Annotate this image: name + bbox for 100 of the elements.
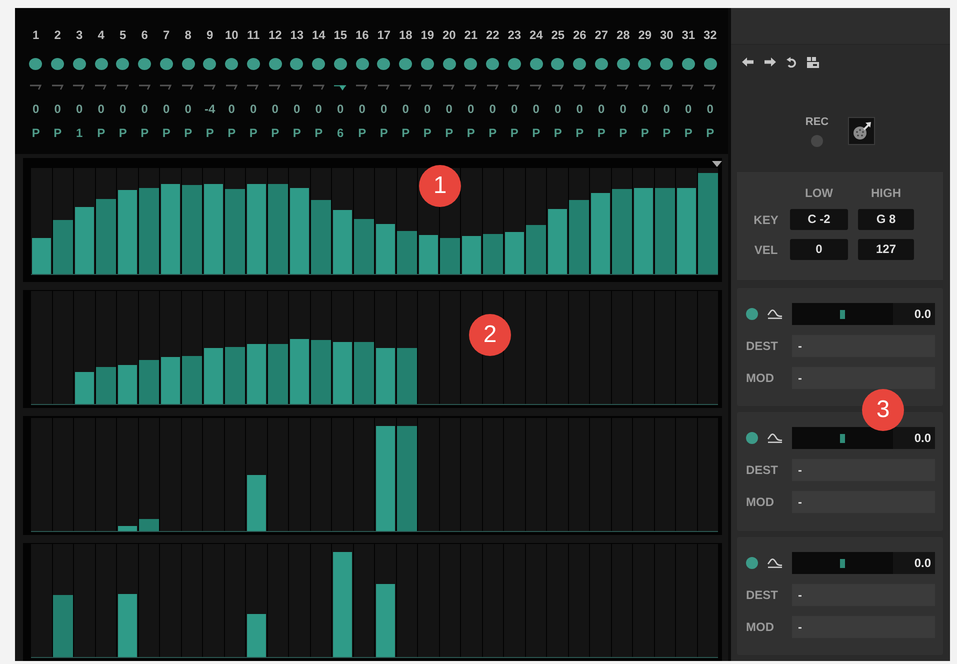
mode-value: P [402, 125, 410, 141]
mode-value: P [271, 125, 280, 141]
offset-value: 0 [380, 101, 388, 117]
mode-value: 6 [337, 125, 344, 141]
step-number: 21 [464, 27, 478, 43]
mode-value: P [206, 125, 214, 141]
step-number: 6 [141, 27, 148, 43]
mode-value: P [54, 125, 62, 141]
mode-value: P [314, 125, 323, 141]
offset-value: 0 [532, 101, 540, 117]
offset-value: 0 [98, 101, 104, 117]
offset-value: 0 [402, 101, 409, 117]
step-number: 5 [120, 27, 126, 43]
offset-value: 0 [598, 101, 605, 117]
step-number: 7 [163, 27, 170, 43]
mode-value: P [466, 125, 475, 141]
offset-value: 0 [250, 101, 257, 117]
mode-value: P [619, 125, 628, 141]
mode-value: P [249, 125, 258, 141]
value-readout: 0.0 [893, 303, 935, 325]
offset-value: 0 [446, 101, 452, 117]
field-label: MOD [746, 620, 774, 634]
offset-value: 0 [663, 101, 670, 117]
step-number: 13 [290, 27, 304, 43]
offset-value: 0 [511, 101, 518, 117]
field-label: DEST [746, 463, 778, 478]
field-label: DEST [746, 339, 778, 353]
mode-value: P [228, 125, 236, 141]
mode-value: P [445, 125, 454, 141]
step-number: 18 [398, 27, 412, 43]
step-number: 2 [54, 27, 61, 43]
row-label: KEY [754, 212, 778, 226]
mode-value: P [640, 125, 649, 141]
offset-value: 0 [554, 101, 562, 117]
step-number: 11 [247, 27, 260, 43]
offset-value: 0 [620, 101, 626, 117]
offset-value: 0 [120, 101, 126, 117]
step-number: 10 [224, 27, 238, 43]
offset-value: 0 [315, 101, 322, 117]
step-number: 30 [660, 27, 674, 43]
step-number: 23 [508, 27, 522, 43]
offset-value: 0 [337, 101, 344, 117]
mode-value: P [358, 125, 366, 141]
step-number: 24 [529, 27, 543, 43]
mode-value: P [684, 125, 692, 141]
mode-value: P [510, 125, 518, 141]
field-label: MOD [746, 495, 774, 510]
offset-value: 0 [424, 101, 431, 117]
value-readout: 0.0 [893, 552, 935, 574]
offset-value: 0 [576, 101, 583, 117]
offset-value: 0 [54, 101, 61, 117]
mode-value: P [184, 125, 192, 141]
row-label: VEL [754, 242, 778, 256]
offset-value: 0 [141, 101, 148, 117]
step-number: 16 [355, 27, 369, 43]
rec-label: REC [805, 116, 829, 128]
mode-value: P [380, 125, 388, 141]
step-number: 17 [377, 27, 391, 43]
value-readout: 0.0 [893, 427, 935, 450]
offset-value: 0 [642, 101, 648, 117]
step-number: 3 [76, 27, 83, 43]
step-number: 25 [551, 27, 565, 43]
offset-value: 0 [489, 101, 496, 117]
step-number: 8 [184, 27, 192, 43]
step-number: 12 [268, 27, 282, 43]
offset-value: 0 [706, 101, 714, 117]
offset-value: 0 [32, 101, 40, 117]
step-number: 26 [572, 27, 586, 43]
offset-value: -4 [204, 101, 216, 117]
offset-value: 0 [163, 101, 170, 117]
mode-value: P [97, 125, 106, 141]
step-number: 22 [486, 27, 500, 43]
step-number: 9 [206, 27, 214, 43]
offset-value: 0 [228, 101, 235, 117]
mode-value: P [706, 125, 714, 141]
field-label: DEST [746, 588, 778, 602]
offset-value: 0 [294, 101, 300, 117]
mode-value: P [554, 125, 562, 141]
column-header: LOW [805, 186, 833, 200]
mode-value: P [597, 125, 606, 141]
offset-value: 0 [272, 101, 278, 117]
step-number: 19 [420, 27, 434, 43]
step-number: 15 [334, 27, 348, 43]
field-label: MOD [746, 371, 774, 385]
mode-value: P [532, 125, 540, 141]
step-number: 4 [98, 27, 104, 43]
step-number: 20 [442, 27, 456, 43]
mode-value: P [662, 125, 671, 141]
mode-value: P [118, 125, 127, 141]
offset-value: 0 [685, 101, 692, 117]
step-number: 27 [594, 27, 608, 43]
offset-value: 0 [76, 101, 83, 117]
offset-value: 0 [468, 101, 474, 117]
mode-value: P [140, 125, 149, 141]
step-number: 28 [616, 27, 630, 43]
mode-value: P [423, 125, 432, 141]
mode-value: 1 [76, 125, 83, 141]
mode-value: P [162, 125, 170, 141]
mode-value: P [292, 125, 301, 141]
step-number: 32 [703, 27, 717, 43]
